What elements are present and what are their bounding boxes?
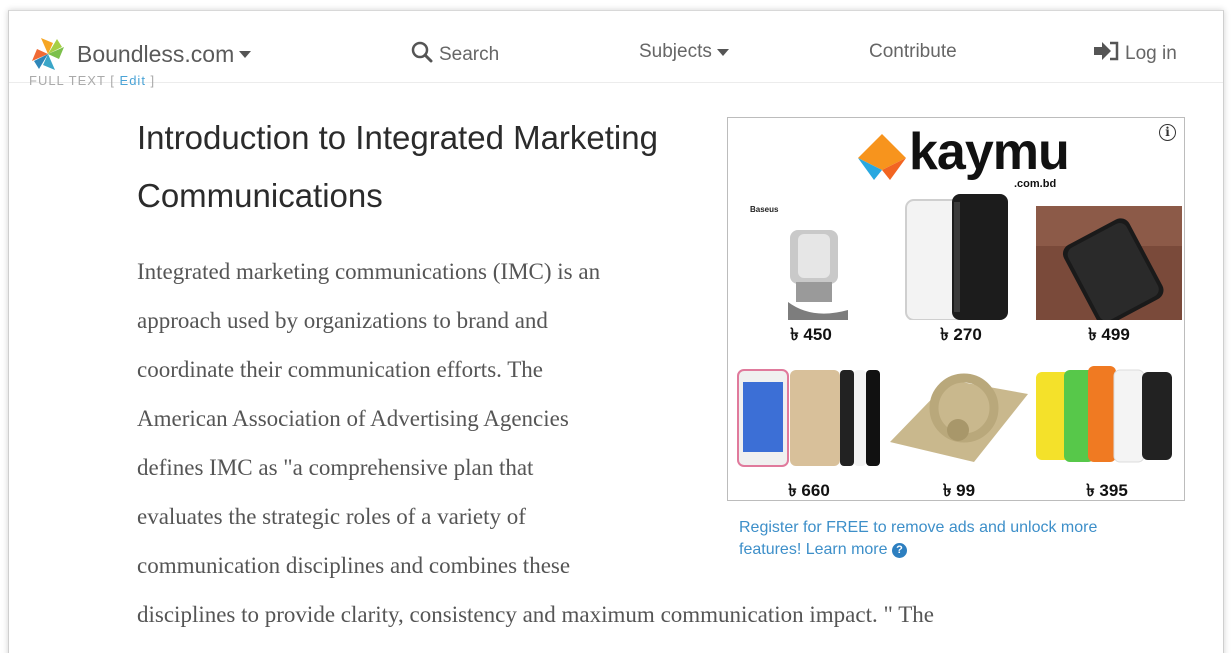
- cable-connector-image: Baseus: [738, 194, 884, 320]
- nav-search[interactable]: Search: [411, 41, 499, 69]
- register-note-text: Register for FREE to remove ads and unlo…: [739, 519, 1098, 558]
- clear-case-image: [888, 194, 1034, 320]
- brand-name: Boundless.com: [77, 40, 235, 67]
- kaymu-logo: kaymu .com.bd: [854, 123, 1074, 190]
- kaymu-logo-icon: [858, 134, 906, 180]
- nav-login-label: Log in: [1125, 43, 1177, 64]
- brand-menu[interactable]: Boundless.com: [29, 35, 252, 73]
- nav-login[interactable]: Log in: [1093, 41, 1177, 67]
- login-icon: [1093, 41, 1119, 67]
- product-price: ৳ 395: [1086, 481, 1128, 500]
- article-title: Introduction to Integrated Marketing Com…: [137, 109, 717, 225]
- search-icon: [411, 41, 433, 69]
- browser-frame: Boundless.com Search Subjects Contribute: [8, 10, 1224, 653]
- nav-subjects-label: Subjects: [639, 41, 712, 62]
- article-title-line: Communications: [137, 177, 383, 214]
- advertisement[interactable]: i kaymu .com.bd Baseus ৳ 450 ৳ 270 ৳ 499…: [727, 117, 1185, 501]
- baseus-label: Baseus: [750, 205, 779, 214]
- subnav: FULL TEXT [ Edit ]: [29, 73, 156, 88]
- ring-holder-image: [886, 350, 1032, 476]
- nav-contribute-label: Contribute: [869, 41, 957, 62]
- ad-info-icon[interactable]: i: [1159, 124, 1176, 141]
- product-price: ৳ 270: [940, 325, 982, 344]
- register-note-link[interactable]: Register for FREE to remove ads and unlo…: [739, 517, 1159, 561]
- nav-contribute[interactable]: Contribute: [869, 41, 957, 63]
- product-price: ৳ 499: [1088, 325, 1130, 344]
- nav-subjects[interactable]: Subjects: [639, 41, 729, 63]
- kaymu-domain: .com.bd: [1014, 178, 1057, 190]
- black-phone-case-image: [1036, 194, 1182, 320]
- product-price: ৳ 660: [788, 481, 830, 500]
- article-title-line: Introduction to Integrated Marketing: [137, 119, 658, 156]
- phone-cases-image: [736, 350, 882, 476]
- nav-search-label: Search: [439, 44, 500, 65]
- top-navbar: Boundless.com Search Subjects Contribute: [9, 11, 1223, 88]
- boundless-logo-icon: [29, 35, 67, 73]
- article-line: disciplines to provide clarity, consiste…: [137, 602, 934, 627]
- product-price: ৳ 99: [942, 481, 976, 500]
- chevron-down-icon: [716, 48, 729, 56]
- edit-link[interactable]: Edit: [120, 73, 146, 88]
- full-text-label: FULL TEXT: [29, 73, 106, 88]
- colorful-covers-image: [1034, 350, 1180, 476]
- kaymu-wordmark: kaymu: [909, 123, 1070, 181]
- product-price: ৳ 450: [790, 325, 832, 344]
- chevron-down-icon: [239, 50, 252, 58]
- help-icon[interactable]: ?: [891, 543, 907, 558]
